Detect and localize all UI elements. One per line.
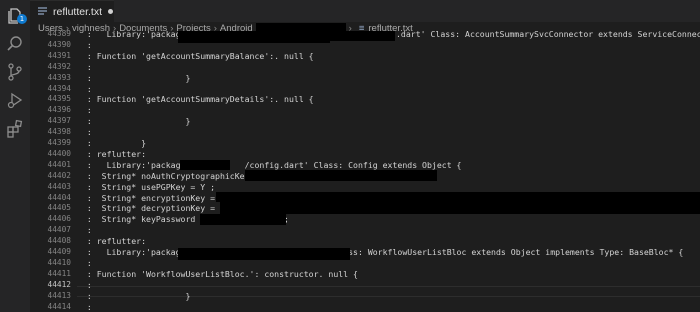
code-text: : [77,257,92,268]
code-text: : [77,279,92,290]
line-number: 44402 [47,170,71,180]
code-text: : } [77,290,191,301]
line-number: 44406 [47,214,71,224]
line-number: 44397 [47,116,71,126]
code-text: : reflutter: [77,236,147,247]
line-number: 44410 [47,257,71,267]
code-line[interactable]: : } [77,290,191,302]
code-text: : Library:'package: [77,29,191,39]
redaction-block [180,160,230,170]
line-number: 44392 [47,61,71,71]
code-line[interactable]: : [77,127,92,138]
code-line[interactable]: : [77,258,92,269]
code-text: : } [77,72,191,83]
extensions-icon[interactable] [5,119,25,139]
code-text: : [77,127,92,138]
code-text: : [77,83,92,94]
code-line[interactable]: : [77,62,92,73]
code-line[interactable]: : Library:'package: .dart' Class: Account… [77,29,700,40]
code-line[interactable]: : [77,40,92,51]
code-text: : Library:'package: .dart' Class: Workfl… [77,247,684,257]
line-number: 44403 [47,181,71,191]
code-line[interactable]: : } [77,116,191,127]
code-text: : String* encryptionKey = LS [77,192,230,203]
code-text: : [77,225,92,236]
code-text: : [77,105,92,116]
code-text: : Function 'getAccountSummaryBalance':. … [77,50,314,61]
code-line[interactable]: : Function 'getAccountSummaryBalance':. … [77,51,314,62]
code-text: : } [77,116,191,127]
redaction-block [325,31,395,41]
line-number: 44398 [47,127,71,137]
code-line[interactable]: : reflutter: [77,149,146,160]
code-line[interactable]: : Function 'getAccountSummaryDetails':. … [77,94,314,105]
line-number: 44408 [47,236,71,246]
code-line[interactable]: : Library:'package: .dart' Class: Workfl… [77,247,683,258]
code-text: : [77,39,92,50]
code-text-tail: .dart' Class: AccountSummarySvcConnector… [396,29,700,39]
line-number: 44389 [47,29,71,38]
line-number: 44399 [47,138,71,147]
line-number: 44409 [47,247,71,256]
line-number: 44413 [47,290,71,300]
code-line[interactable]: : String* encryptionKey = LS [77,193,230,204]
redaction-block [216,192,700,202]
line-number: 44404 [47,192,71,202]
line-number: 44400 [47,148,71,158]
line-number: 44405 [47,203,71,213]
redaction-block [178,31,330,43]
code-line[interactable]: : [77,84,92,95]
line-number: 44393 [47,72,71,82]
redaction-block [178,248,350,260]
code-line[interactable]: : String* decryptionKey = "L [77,203,230,214]
run-debug-icon[interactable] [5,90,25,110]
line-number: 44394 [47,83,71,93]
code-text: : String* decryptionKey = "L [77,203,230,214]
code-text: : Function 'WorkflowUserListBloc.': cons… [77,268,358,279]
code-text: : String* usePGPKey = Y ; [77,181,216,192]
file-icon [38,7,47,15]
line-number: 44396 [47,105,71,115]
code-line[interactable]: : [77,280,92,291]
redaction-block [200,214,286,225]
line-number: 44412 [47,279,71,289]
code-text: : [77,61,92,72]
line-number: 44414 [47,301,71,311]
line-number: 44407 [47,225,71,235]
search-icon[interactable] [5,34,25,54]
source-control-icon[interactable] [5,62,25,82]
code-line[interactable]: : } [77,72,191,84]
code-text: : [77,301,92,312]
redaction-block [220,202,700,214]
line-number: 44395 [47,94,71,104]
code-line[interactable]: : Function 'WorkflowUserListBloc.': cons… [77,269,358,280]
code-text: : Library:'package: /config.dart' Class:… [77,159,462,170]
unsaved-dot-icon[interactable] [108,9,114,14]
tab-label: reflutter.txt [53,5,103,18]
line-number: 44390 [47,39,71,49]
line-number: 44401 [47,159,71,169]
activity-bar: 1 [0,0,31,312]
code-line[interactable]: : [77,105,92,116]
code-line[interactable]: : String* usePGPKey = Y ; [77,182,215,193]
line-number: 44391 [47,50,71,60]
code-text: : Function 'getAccountSummaryDetails':. … [77,94,314,105]
code-line[interactable]: : [77,302,92,312]
tab-reflutter[interactable]: reflutter.txt [30,0,114,22]
code-line[interactable]: : [77,225,92,236]
code-text: : reflutter: [77,148,147,159]
explorer-badge: 1 [17,14,27,24]
code-line[interactable]: : } [77,138,146,149]
code-text: : } [77,138,147,148]
redaction-block [245,170,437,181]
tab-bar: reflutter.txt [30,0,700,22]
code-line[interactable]: : reflutter: [77,236,146,247]
line-number: 44411 [47,268,71,278]
